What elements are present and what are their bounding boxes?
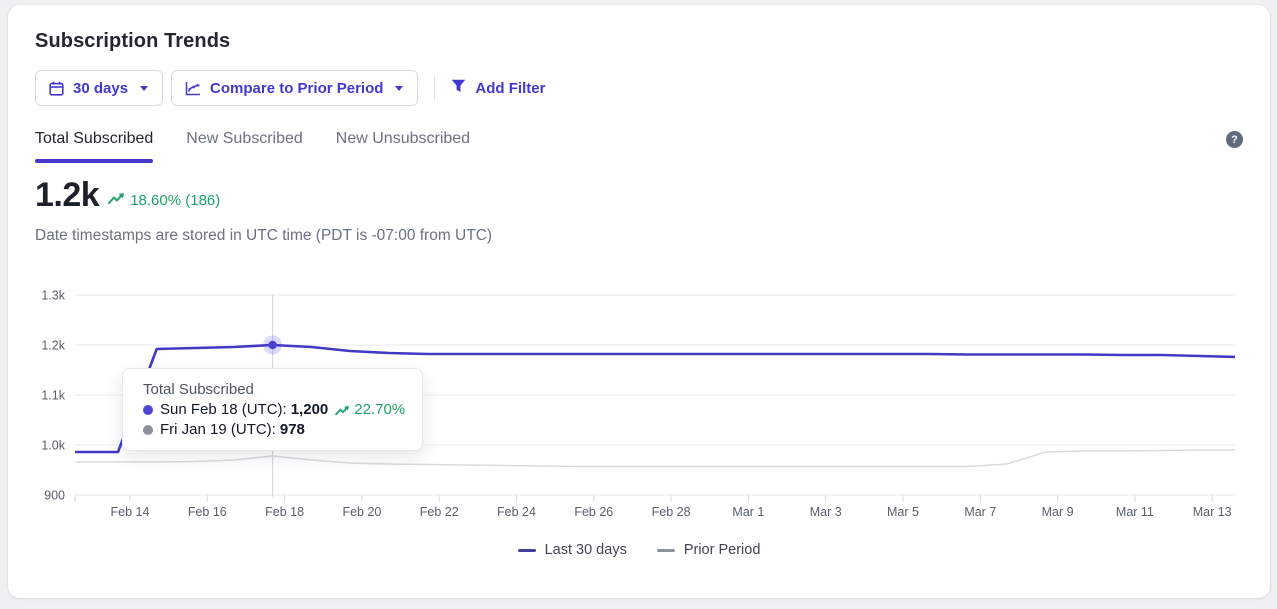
chevron-down-icon bbox=[139, 85, 149, 92]
prior-period-line bbox=[41, 450, 1239, 467]
x-tick-label: Feb 20 bbox=[342, 505, 381, 519]
metric-row: 1.2k 18.60% (186) bbox=[35, 176, 1270, 215]
x-tick-label: Mar 7 bbox=[964, 505, 996, 519]
tooltip-current-row: Sun Feb 18 (UTC): 1,200 22.70% bbox=[143, 401, 408, 419]
line-chart[interactable]: 1.3k1.2k1.1k1.0k900Feb 14Feb 16Feb 18Feb… bbox=[8, 285, 1270, 535]
prior-series-dot-icon bbox=[143, 425, 153, 435]
funnel-icon bbox=[451, 79, 466, 97]
page-title: Subscription Trends bbox=[35, 30, 1270, 53]
legend-label: Prior Period bbox=[684, 542, 761, 558]
toolbar: 30 days Compare to Prior Period bbox=[35, 70, 1270, 106]
chart-tooltip: Total Subscribed Sun Feb 18 (UTC): 1,200… bbox=[122, 368, 423, 451]
help-icon[interactable]: ? bbox=[1226, 131, 1243, 148]
x-tick-label: Mar 9 bbox=[1042, 505, 1074, 519]
tab-total-subscribed[interactable]: Total Subscribed bbox=[35, 130, 153, 163]
compare-label: Compare to Prior Period bbox=[210, 80, 383, 97]
hover-point-marker bbox=[268, 341, 276, 349]
add-filter-label: Add Filter bbox=[475, 80, 545, 97]
current-series-dot-icon bbox=[143, 405, 153, 415]
tooltip-title: Total Subscribed bbox=[143, 381, 408, 398]
calendar-icon bbox=[49, 81, 64, 96]
chart-legend: Last 30 days Prior Period bbox=[8, 542, 1270, 558]
x-tick-label: Mar 11 bbox=[1116, 505, 1154, 519]
x-tick-label: Feb 18 bbox=[265, 505, 304, 519]
x-tick-label: Mar 5 bbox=[887, 505, 919, 519]
page: { "page": { "title": "Subscription Trend… bbox=[0, 0, 1277, 609]
legend-label: Last 30 days bbox=[545, 542, 627, 558]
current-series-line-icon bbox=[518, 549, 536, 552]
x-axis-ticks bbox=[75, 495, 1212, 502]
x-tick-label: Mar 13 bbox=[1193, 505, 1232, 519]
x-tick-label: Mar 1 bbox=[732, 505, 764, 519]
x-tick-label: Mar 3 bbox=[810, 505, 842, 519]
metric-trend: 18.60% (186) bbox=[108, 192, 220, 209]
x-tick-label: Feb 26 bbox=[574, 505, 613, 519]
tab-new-subscribed[interactable]: New Subscribed bbox=[186, 130, 303, 163]
tooltip-current-value: 1,200 bbox=[291, 401, 329, 419]
add-filter-button[interactable]: Add Filter bbox=[451, 79, 545, 97]
date-range-label: 30 days bbox=[73, 80, 128, 97]
tabs: Total Subscribed New Subscribed New Unsu… bbox=[35, 130, 1243, 163]
timezone-note: Date timestamps are stored in UTC time (… bbox=[35, 227, 1270, 245]
trend-up-icon bbox=[108, 192, 125, 209]
prior-series-line-icon bbox=[657, 549, 675, 552]
compare-dropdown[interactable]: Compare to Prior Period bbox=[171, 70, 418, 106]
x-tick-label: Feb 24 bbox=[497, 505, 536, 519]
x-tick-label: Feb 22 bbox=[420, 505, 459, 519]
x-tick-label: Feb 28 bbox=[652, 505, 691, 519]
x-axis-labels: Feb 14 Feb 16 Feb 18 Feb 20 Feb 22 Feb 24 Feb … bbox=[111, 505, 1232, 519]
chevron-down-icon bbox=[394, 85, 404, 92]
y-tick-label: 1.2k bbox=[41, 339, 65, 353]
tooltip-current-trend: 22.70% bbox=[335, 401, 405, 419]
y-tick-label: 1.1k bbox=[41, 389, 65, 403]
y-tick-label: 1.0k bbox=[41, 439, 65, 453]
y-tick-label: 900 bbox=[44, 489, 65, 503]
compare-chart-icon bbox=[185, 81, 201, 96]
y-axis-labels: 1.3k 1.2k 1.1k 1.0k 900 bbox=[41, 289, 65, 503]
trend-up-icon bbox=[335, 405, 350, 416]
subscription-trends-card: Subscription Trends 30 days bbox=[8, 5, 1270, 598]
date-range-dropdown[interactable]: 30 days bbox=[35, 70, 163, 106]
y-tick-label: 1.3k bbox=[41, 289, 65, 303]
tooltip-current-change: 22.70% bbox=[354, 401, 405, 419]
toolbar-divider bbox=[434, 75, 435, 101]
legend-item-last-30-days[interactable]: Last 30 days bbox=[518, 542, 627, 558]
metric-value: 1.2k bbox=[35, 176, 99, 215]
x-tick-label: Feb 16 bbox=[188, 505, 227, 519]
metric-change-label: 18.60% (186) bbox=[130, 192, 220, 209]
tooltip-prior-label: Fri Jan 19 (UTC): bbox=[160, 421, 276, 439]
tooltip-prior-value: 978 bbox=[280, 421, 305, 439]
tooltip-current-label: Sun Feb 18 (UTC): bbox=[160, 401, 287, 419]
tab-new-unsubscribed[interactable]: New Unsubscribed bbox=[336, 130, 470, 163]
legend-item-prior-period[interactable]: Prior Period bbox=[657, 542, 761, 558]
x-tick-label: Feb 14 bbox=[111, 505, 150, 519]
tooltip-prior-row: Fri Jan 19 (UTC): 978 bbox=[143, 421, 408, 439]
